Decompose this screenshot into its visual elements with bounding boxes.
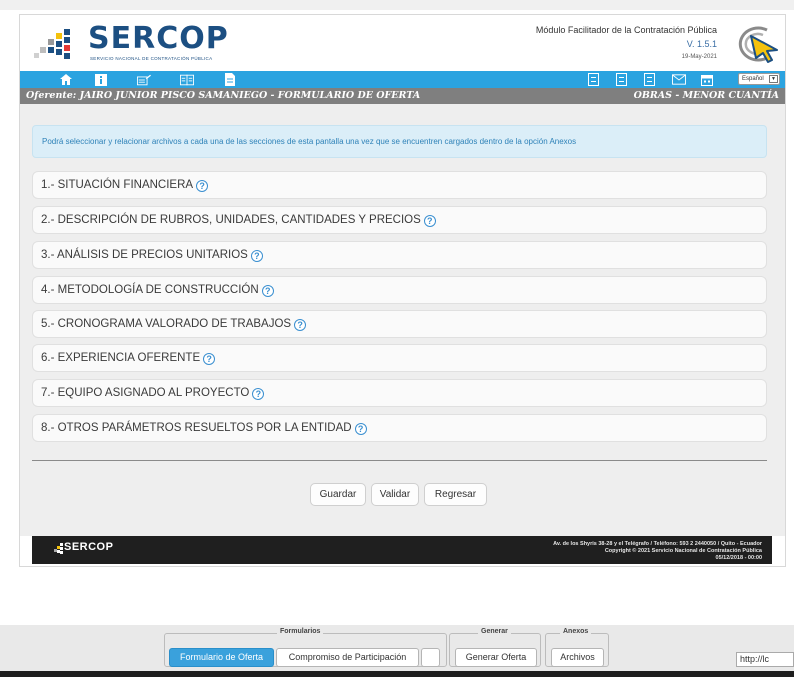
section-assigned-equipment[interactable]: 7.- EQUIPO ASIGNADO AL PROYECTO? (32, 379, 767, 407)
info-alert-text: Podrá seleccionar y relacionar archivos … (42, 137, 577, 146)
forms-list-icon[interactable] (180, 73, 194, 86)
status-url: http://lc (736, 652, 794, 667)
footer-address: Av. de los Shyris 38-28 y el Telégrafo /… (553, 541, 762, 547)
screen: SERCOP SERVICIO NACIONAL DE CONTRATACIÓN… (0, 0, 794, 677)
footer-brand: SERCOP (64, 541, 114, 553)
section-label: 5.- CRONOGRAMA VALORADO DE TRABAJOS (41, 318, 292, 330)
annexes-group-title: Anexos (560, 628, 592, 635)
section-label: 2.- DESCRIPCIÓN DE RUBROS, UNIDADES, CAN… (41, 214, 421, 226)
info-alert: Podrá seleccionar y relacionar archivos … (32, 125, 767, 158)
generate-offer-button[interactable]: Generar Oferta (455, 648, 537, 667)
bidder-form-title: Oferente: JAIRO JUNIOR PISCO SAMANIEGO -… (26, 90, 421, 101)
footer-build: 05/12/2018 - 00:00 (715, 555, 762, 561)
language-select-value: Español (742, 76, 764, 82)
brand-subtitle: SERVICIO NACIONAL DE CONTRATACIÓN PÚBLIC… (90, 56, 213, 61)
help-icon[interactable]: ? (250, 250, 263, 262)
help-icon[interactable]: ? (423, 215, 436, 227)
export-doc-icon[interactable] (616, 73, 627, 86)
section-label: 8.- OTROS PARÁMETROS RESUELTOS POR LA EN… (41, 422, 352, 434)
module-title: Módulo Facilitador de la Contratación Pú… (535, 25, 717, 35)
main-content: Podrá seleccionar y relacionar archivos … (20, 104, 785, 536)
module-date: 19-May-2021 (681, 54, 717, 60)
section-items-description[interactable]: 2.- DESCRIPCIÓN DE RUBROS, UNIDADES, CAN… (32, 206, 767, 234)
section-label: 1.- SITUACIÓN FINANCIERA (41, 179, 194, 191)
mail-icon[interactable] (672, 73, 686, 86)
home-icon[interactable] (59, 73, 73, 86)
help-icon[interactable]: ? (354, 423, 367, 435)
divider (32, 460, 767, 461)
info-icon[interactable] (94, 73, 108, 86)
section-label: 4.- METODOLOGÍA DE CONSTRUCCIÓN (41, 284, 259, 296)
module-version: V. 1.5.1 (686, 39, 717, 49)
chevron-down-icon: ▼ (769, 75, 778, 83)
language-select[interactable]: Español ▼ (738, 73, 780, 85)
help-icon[interactable]: ? (252, 388, 265, 400)
section-work-schedule[interactable]: 5.- CRONOGRAMA VALORADO DE TRABAJOS? (32, 310, 767, 338)
section-label: 6.- EXPERIENCIA OFERENTE (41, 352, 201, 364)
header: SERCOP SERVICIO NACIONAL DE CONTRATACIÓN… (20, 15, 785, 71)
toolbar: Español ▼ (20, 71, 785, 88)
help-icon[interactable]: ? (196, 180, 209, 192)
bid-info-bar: Oferente: JAIRO JUNIOR PISCO SAMANIEGO -… (20, 88, 785, 104)
section-label: 7.- EQUIPO ASIGNADO AL PROYECTO (41, 387, 250, 399)
generate-group-title: Generar (478, 628, 511, 635)
calendar-icon[interactable] (700, 73, 714, 86)
procurement-type: OBRAS - MENOR CUANTÍA (633, 90, 779, 101)
forms-group-title: Formularios (277, 628, 324, 635)
section-financial-situation[interactable]: 1.- SITUACIÓN FINANCIERA? (32, 171, 767, 199)
footer-copyright: Copyright © 2021 Servicio Nacional de Co… (604, 548, 762, 554)
top-strip (0, 0, 794, 10)
app-window: SERCOP SERVICIO NACIONAL DE CONTRATACIÓN… (19, 14, 786, 567)
section-construction-methodology[interactable]: 4.- METODOLOGÍA DE CONSTRUCCIÓN? (32, 276, 767, 304)
sercop-footer-logo-icon (54, 543, 63, 554)
back-button[interactable]: Regresar (424, 483, 487, 506)
brand-name: SERCOP (88, 21, 229, 56)
report-doc-icon[interactable] (644, 73, 655, 86)
help-icon[interactable]: ? (294, 319, 307, 331)
bottom-edge (0, 671, 794, 677)
section-bidder-experience[interactable]: 6.- EXPERIENCIA OFERENTE? (32, 344, 767, 372)
section-label: 3.- ANÁLISIS DE PRECIOS UNITARIOS (41, 249, 248, 261)
edit-form-icon[interactable] (137, 73, 151, 86)
document-icon[interactable] (223, 73, 237, 86)
files-button[interactable]: Archivos (551, 648, 604, 667)
tab-blank[interactable] (421, 648, 440, 667)
validate-button[interactable]: Validar (371, 483, 419, 506)
save-button[interactable]: Guardar (310, 483, 366, 506)
tab-offer-form[interactable]: Formulario de Oferta (169, 648, 274, 667)
print-doc-icon[interactable] (588, 73, 599, 86)
help-icon[interactable]: ? (203, 353, 216, 365)
footer: SERCOP Av. de los Shyris 38-28 y el Telé… (32, 536, 772, 564)
compras-publicas-logo-icon (738, 26, 778, 63)
section-unit-price-analysis[interactable]: 3.- ANÁLISIS DE PRECIOS UNITARIOS? (32, 241, 767, 269)
help-icon[interactable]: ? (261, 285, 274, 297)
sercop-logo-icon (34, 29, 70, 59)
tab-participation-commitment[interactable]: Compromiso de Participación (276, 648, 419, 667)
section-other-parameters[interactable]: 8.- OTROS PARÁMETROS RESUELTOS POR LA EN… (32, 414, 767, 442)
